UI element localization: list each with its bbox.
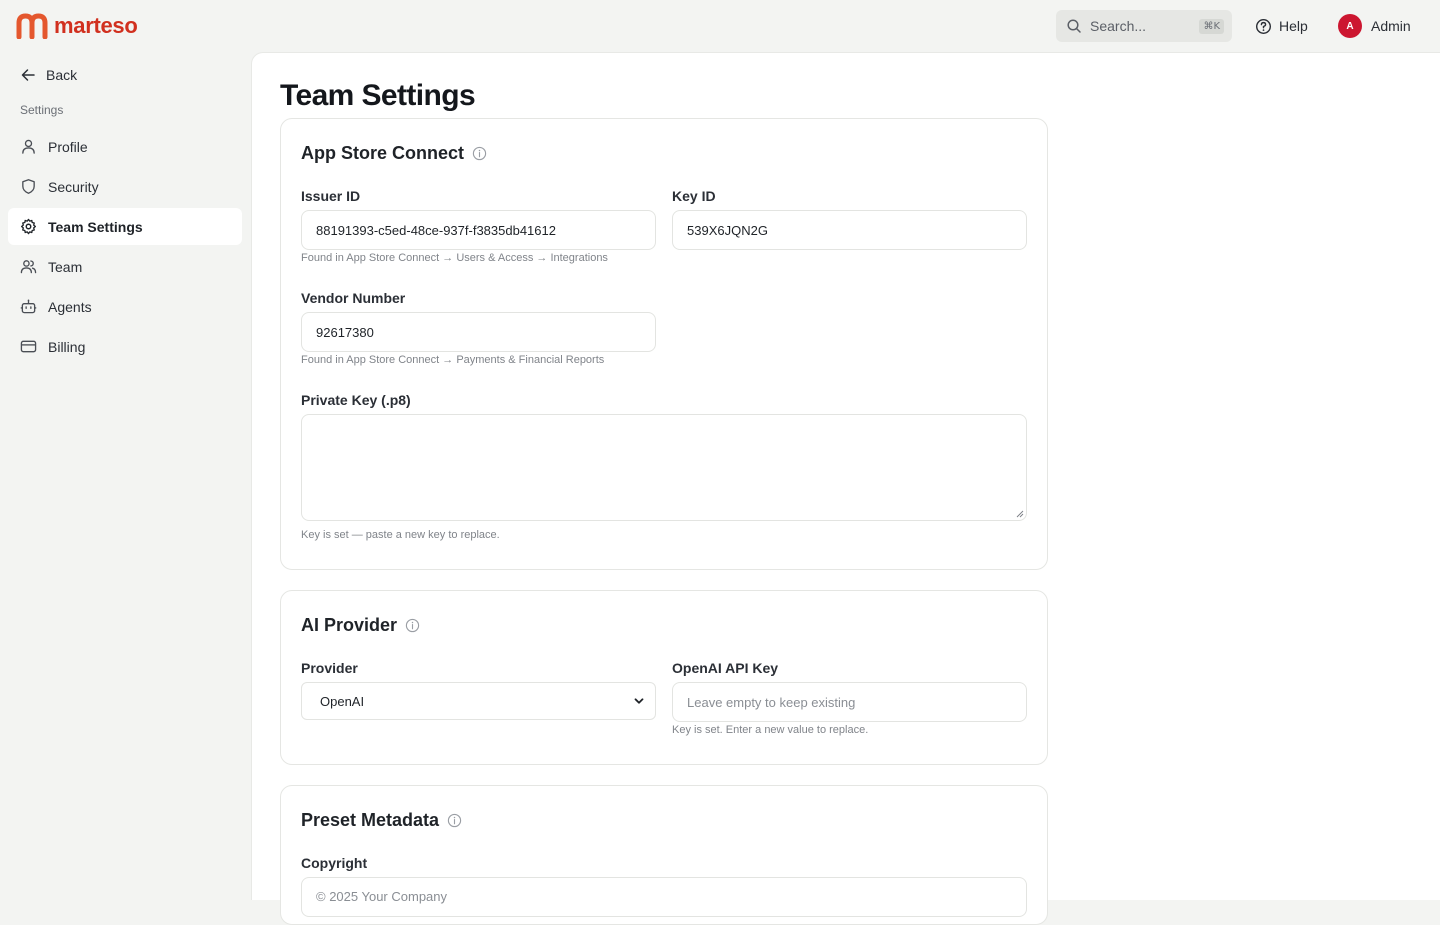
arrow-left-icon xyxy=(21,69,35,81)
back-label: Back xyxy=(46,67,78,83)
back-button[interactable]: Back xyxy=(20,64,77,86)
sidebar-item-team[interactable]: Team xyxy=(8,248,242,285)
card-title: AI Provider xyxy=(301,615,420,636)
private-key-textarea[interactable] xyxy=(301,414,1027,521)
search-icon xyxy=(1067,19,1081,33)
app-store-connect-title: App Store Connect xyxy=(301,143,465,163)
search-box[interactable]: Search... ⌘K xyxy=(1056,10,1232,42)
info-icon[interactable] xyxy=(447,813,462,828)
copyright-input[interactable]: © 2025 Your Company xyxy=(301,877,1027,917)
sidebar-section-label: Settings xyxy=(20,103,64,117)
resize-handle-icon[interactable] xyxy=(1016,510,1024,518)
preset-metadata-title: Preset Metadata xyxy=(301,810,440,830)
sidebar-item-label: Billing xyxy=(48,338,86,355)
logo-mark-icon xyxy=(16,13,48,39)
avatar: A xyxy=(1338,14,1362,38)
chevron-down-icon xyxy=(634,698,644,704)
bot-icon xyxy=(20,299,37,314)
sidebar-item-security[interactable]: Security xyxy=(8,168,242,205)
user-menu[interactable]: A Admin xyxy=(1338,14,1411,38)
preset-metadata-card: Preset Metadata Copyright © 2025 Your Co… xyxy=(280,785,1048,925)
card-title: App Store Connect xyxy=(301,143,487,164)
copyright-label: Copyright xyxy=(301,855,368,871)
app-store-connect-card: App Store Connect Issuer ID 88191393-c5e… xyxy=(280,118,1048,570)
key-id-input[interactable]: 539X6JQN2G xyxy=(672,210,1027,250)
search-shortcut: ⌘K xyxy=(1199,18,1224,34)
vendor-number-input[interactable]: 92617380 xyxy=(301,312,656,352)
private-key-label: Private Key (.p8) xyxy=(301,392,411,408)
openai-api-key-input[interactable]: Leave empty to keep existing xyxy=(672,682,1027,722)
gear-icon xyxy=(20,218,37,235)
user-name: Admin xyxy=(1371,18,1411,34)
brand-name: marteso xyxy=(54,13,138,38)
provider-label: Provider xyxy=(301,660,358,676)
provider-select[interactable]: OpenAI xyxy=(301,682,656,720)
info-icon[interactable] xyxy=(405,618,420,633)
help-circle-icon xyxy=(1255,18,1272,34)
sidebar-item-label: Team Settings xyxy=(48,218,143,235)
key-id-label: Key ID xyxy=(672,188,716,204)
top-bar: marteso Search... ⌘K Help A Admin xyxy=(0,0,1440,52)
help-label: Help xyxy=(1279,18,1308,34)
sidebar: Back Settings Profile Security Team Sett… xyxy=(0,52,250,900)
issuer-id-label: Issuer ID xyxy=(301,188,361,204)
search-placeholder: Search... xyxy=(1090,18,1147,34)
sidebar-item-profile[interactable]: Profile xyxy=(8,128,242,165)
openai-api-key-label: OpenAI API Key xyxy=(672,660,779,676)
ai-provider-title: AI Provider xyxy=(301,615,398,635)
sidebar-item-label: Team xyxy=(48,258,83,275)
shield-icon xyxy=(22,179,35,194)
brand-logo[interactable]: marteso xyxy=(16,12,138,40)
sidebar-item-agents[interactable]: Agents xyxy=(8,288,242,325)
info-icon[interactable] xyxy=(472,146,487,161)
users-icon xyxy=(20,260,37,274)
vendor-number-hint: Found in App Store Connect → Payments & … xyxy=(301,354,605,366)
private-key-hint: Key is set — paste a new key to replace. xyxy=(301,529,500,541)
ai-provider-card: AI Provider Provider OpenAI OpenAI API K… xyxy=(280,590,1048,765)
issuer-id-hint: Found in App Store Connect → Users & Acc… xyxy=(301,252,608,264)
sidebar-item-billing[interactable]: Billing xyxy=(8,328,242,365)
page-title: Team Settings xyxy=(280,79,476,112)
sidebar-item-team-settings[interactable]: Team Settings xyxy=(8,208,242,245)
main-content: Team Settings App Store Connect Issuer I… xyxy=(251,52,1440,925)
user-icon xyxy=(22,139,35,154)
vendor-number-label: Vendor Number xyxy=(301,290,406,306)
issuer-id-input[interactable]: 88191393-c5ed-48ce-937f-f3835db41612 xyxy=(301,210,656,250)
help-button[interactable]: Help xyxy=(1255,16,1308,36)
sidebar-item-label: Profile xyxy=(48,138,88,155)
sidebar-item-label: Security xyxy=(48,178,99,195)
sidebar-item-label: Agents xyxy=(48,298,92,315)
card-title: Preset Metadata xyxy=(301,810,462,831)
provider-selected-value: OpenAI xyxy=(320,693,365,709)
credit-card-icon xyxy=(20,340,37,353)
openai-api-key-hint: Key is set. Enter a new value to replace… xyxy=(672,724,869,736)
